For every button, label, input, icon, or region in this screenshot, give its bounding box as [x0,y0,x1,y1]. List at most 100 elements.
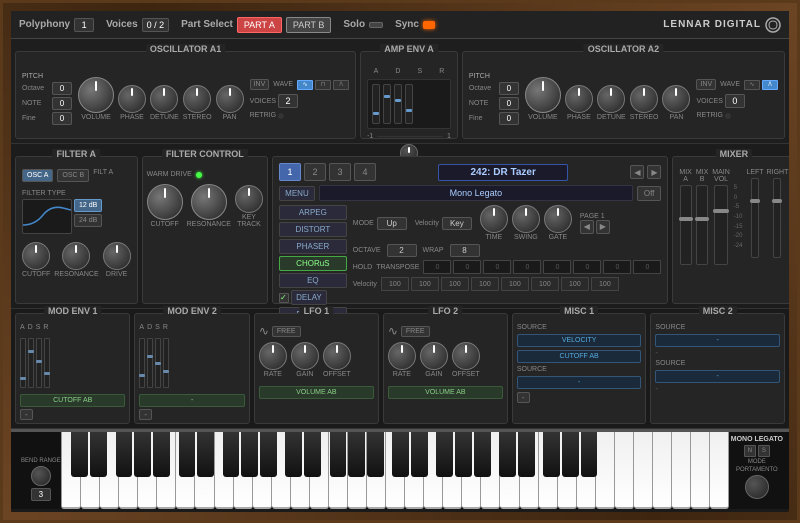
mix-b-fader[interactable] [696,185,708,265]
oct-value[interactable]: 2 [387,244,417,257]
a2-stereo-knob[interactable] [630,85,658,113]
key-a5[interactable] [691,432,710,509]
misc2-source2-value[interactable]: - [655,370,780,383]
note-value[interactable]: 0 [52,97,72,110]
lfo2-dest[interactable]: VOLUME AB [388,386,503,399]
polyphony-value[interactable]: 1 [74,18,94,32]
sustain-fader[interactable] [394,84,402,124]
s-mode-btn[interactable]: S [758,445,770,457]
osc-b-btn[interactable]: OSC B [57,169,89,182]
vel-cell-5[interactable]: 100 [501,277,529,291]
stereo-knob[interactable] [183,85,211,113]
lfo1-gain-knob[interactable] [291,342,319,370]
tr-cell-4[interactable]: 0 [513,260,541,274]
preset-name[interactable]: 242: DR Tazer [438,164,568,181]
a2-pan-knob[interactable] [662,85,690,113]
eq-btn[interactable]: EQ [279,273,347,288]
key-d5[interactable] [615,432,634,509]
key-cs1[interactable] [71,432,88,477]
lfo1-rate-knob[interactable] [259,342,287,370]
page-down-btn[interactable]: ◀ [580,220,594,234]
attack-fader[interactable] [372,84,380,124]
me2-a-fader[interactable] [139,338,145,388]
key-fs4[interactable] [436,432,453,477]
me1-minus-btn[interactable]: - [20,409,33,420]
swing-knob[interactable] [512,205,540,233]
seq-tab-3[interactable]: 3 [329,163,351,181]
wave-btn-3[interactable]: /\ [333,80,349,90]
key-f5[interactable] [653,432,672,509]
part-b-button[interactable]: PART B [286,17,332,33]
key-as5[interactable] [581,432,598,477]
seq-tab-2[interactable]: 2 [304,163,326,181]
tr-cell-5[interactable]: 0 [543,260,571,274]
decay-fader[interactable] [383,84,391,124]
tr-cell-6[interactable]: 0 [573,260,601,274]
right-fader[interactable] [773,178,781,258]
me1-s-fader[interactable] [36,338,42,388]
me2-minus-btn[interactable]: - [139,409,152,420]
tr-cell-2[interactable]: 0 [453,260,481,274]
lfo-1-free-btn[interactable]: FREE [272,326,301,337]
prev-preset-btn[interactable]: ◀ [630,165,644,179]
chorus-btn[interactable]: CHORuS [279,256,347,271]
misc1-source-value[interactable]: VELOCITY [517,334,642,347]
key-g5[interactable] [672,432,691,509]
wave-btn-2[interactable]: ⊓ [315,80,331,90]
bend-range-value[interactable]: 3 [31,488,51,501]
a2-fine-value[interactable]: 0 [499,112,519,125]
key-fs2[interactable] [223,432,240,477]
fc-resonance-knob[interactable] [191,184,227,220]
fc-cutoff-knob[interactable] [147,184,183,220]
inv-button[interactable]: INV [250,79,270,90]
key-gs4[interactable] [455,432,472,477]
vel-cell-8[interactable]: 100 [591,277,619,291]
me1-a-fader[interactable] [20,338,26,388]
db-24-btn[interactable]: 24 dB [74,214,102,227]
me1-r-fader[interactable] [44,338,50,388]
misc1-minus-btn[interactable]: - [517,392,530,403]
misc2-source-value[interactable]: - [655,334,780,347]
filter-cutoff-knob[interactable] [22,242,50,270]
a2-octave-value[interactable]: 0 [499,82,519,95]
key-as3[interactable] [367,432,384,477]
key-b5[interactable] [710,432,729,509]
vel-cell-4[interactable]: 100 [471,277,499,291]
warm-drive-led[interactable] [196,172,202,178]
tr-cell-3[interactable]: 0 [483,260,511,274]
filter-drive-knob[interactable] [103,242,131,270]
lfo1-dest[interactable]: VOLUME AB [259,386,374,399]
mod-env-1-dest[interactable]: CUTOFF AB [20,394,125,407]
me2-r-fader[interactable] [163,338,169,388]
vel-cell-6[interactable]: 100 [531,277,559,291]
vel-cell-7[interactable]: 100 [561,277,589,291]
volume-knob[interactable] [78,77,114,113]
sync-led[interactable] [423,21,435,29]
time-knob[interactable] [480,205,508,233]
lfo2-rate-knob[interactable] [388,342,416,370]
pan-knob[interactable] [216,85,244,113]
part-a-button[interactable]: PART A [237,17,282,33]
key-cs5[interactable] [499,432,516,477]
phase-knob[interactable] [118,85,146,113]
osc-a-btn[interactable]: OSC A [22,169,53,182]
lfo1-offset-knob[interactable] [323,342,351,370]
a2-note-value[interactable]: 0 [499,97,519,110]
wrap-value[interactable]: 8 [450,244,480,257]
key-as1[interactable] [153,432,170,477]
tr-cell-7[interactable]: 0 [603,260,631,274]
key-gs1[interactable] [134,432,151,477]
wave-btn-1[interactable]: ∿ [297,80,313,90]
mix-a-fader[interactable] [680,185,692,265]
db-12-btn[interactable]: 12 dB [74,199,102,212]
me2-d-fader[interactable] [147,338,153,388]
key-ds5[interactable] [518,432,535,477]
voices-value[interactable]: 0 / 2 [142,18,170,32]
key-gs5[interactable] [562,432,579,477]
next-preset-btn[interactable]: ▶ [647,165,661,179]
key-as4[interactable] [474,432,491,477]
lfo2-offset-knob[interactable] [452,342,480,370]
phaser-btn[interactable]: PHASER [279,239,347,254]
lfo-2-free-btn[interactable]: FREE [401,326,430,337]
a2-retrig-led[interactable] [725,113,731,119]
